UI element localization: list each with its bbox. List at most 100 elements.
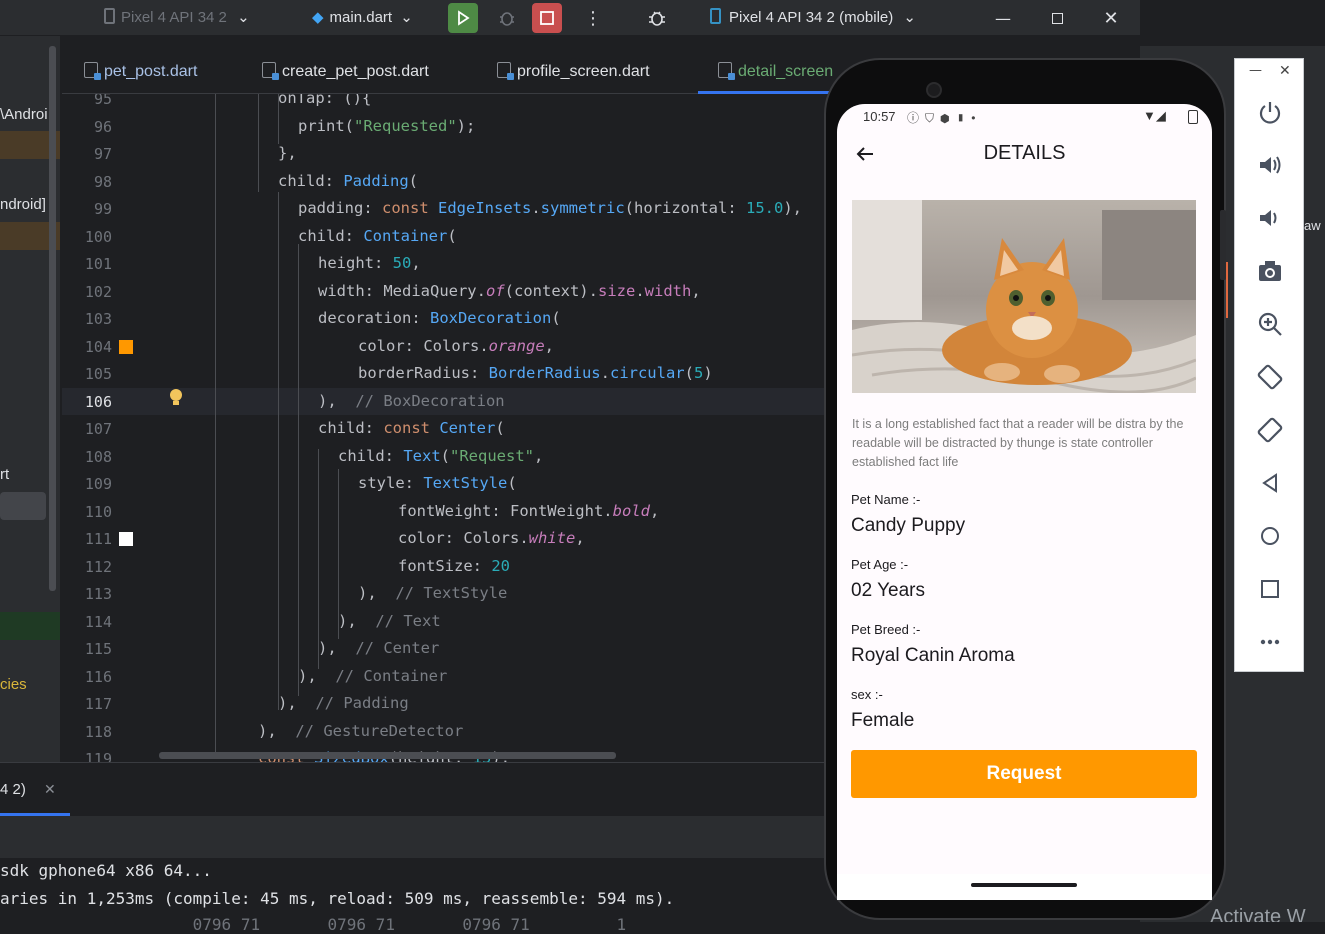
tab-detail-screen[interactable]: detail_screen [718, 60, 833, 84]
indent-guide [298, 244, 299, 696]
close-icon: ✕ [1103, 7, 1119, 29]
line-number: 105 [84, 365, 112, 383]
device-selector-label: Pixel 4 API 34 2 (mobile) [729, 9, 894, 26]
info-icon: ⓘ [907, 111, 926, 125]
emulator-controls-panel: — ✕ [1234, 58, 1304, 672]
line-number: 113 [84, 585, 112, 603]
rotate-left-icon [1257, 364, 1283, 390]
device-selector[interactable]: Pixel 4 API 34 2 (mobile) ⌄ [710, 6, 916, 30]
zoom-button[interactable] [1255, 309, 1285, 339]
device-selector-secondary[interactable]: Pixel 4 API 34 2 ⌄ [104, 6, 250, 30]
zoom-icon [1258, 312, 1282, 336]
screenshot-button[interactable] [1255, 256, 1285, 286]
power-button[interactable] [1255, 97, 1285, 127]
pet-age-value: 02 Years [851, 580, 925, 601]
rotate-right-button[interactable] [1255, 415, 1285, 445]
ide-toolbar: Pixel 4 API 34 2 ⌄ ◆ main.dart ⌄ ⋮ Pixel … [0, 0, 1140, 36]
horizontal-scrollbar[interactable] [159, 752, 616, 759]
line-number: 102 [84, 283, 112, 301]
home-nav-button[interactable] [1255, 521, 1285, 551]
page-title: DETAILS [983, 142, 1066, 164]
line-number: 98 [93, 173, 112, 191]
minimize-window-button[interactable]: — [988, 3, 1018, 33]
indent-guide [278, 192, 279, 710]
volume-down-button[interactable] [1255, 203, 1285, 233]
tab-pet-post[interactable]: pet_post.dart [84, 60, 197, 84]
chevron-down-icon: ⌄ [400, 9, 413, 26]
close-window-button[interactable]: ✕ [1096, 3, 1126, 33]
dot-icon: • [971, 111, 982, 125]
color-swatch-orange[interactable] [119, 340, 133, 354]
pet-name-value: Candy Puppy [851, 515, 966, 536]
stop-button[interactable] [532, 3, 562, 33]
close-panel-button[interactable]: ✕ [1279, 63, 1291, 79]
code-line: child: Container( [298, 227, 457, 245]
line-number: 119 [84, 750, 112, 762]
signal-icon: ◢ [1155, 108, 1166, 123]
lightbulb-icon[interactable] [169, 388, 183, 408]
more-options-button[interactable] [1255, 627, 1285, 657]
pet-sex-value: Female [851, 710, 915, 731]
project-path-fragment: \Androi [0, 106, 48, 123]
phone-screen: 10:57 ⓘ⛉⬢▮• ▼◢ DETAILS It is a long esta… [837, 104, 1212, 874]
minimize-panel-button[interactable]: — [1249, 63, 1262, 78]
pet-breed-label: Pet Breed :- [851, 622, 921, 637]
tab-profile-screen[interactable]: profile_screen.dart [497, 60, 650, 84]
color-swatch-white[interactable] [119, 532, 133, 546]
code-editor[interactable]: 95 96 97 98 99 100 101 102 103 104 105 1… [62, 94, 824, 762]
close-icon: ✕ [1279, 63, 1291, 79]
background-text-fragment: aw [1304, 218, 1321, 233]
scrollbar[interactable] [49, 46, 56, 591]
request-button[interactable]: Request [851, 750, 1197, 798]
overview-nav-button[interactable] [1255, 574, 1285, 604]
code-line: height: 50, [318, 254, 421, 272]
power-icon [1259, 102, 1281, 124]
run-config-selector[interactable]: ◆ main.dart ⌄ [312, 6, 413, 30]
run-button[interactable] [448, 3, 478, 33]
code-line: ), // GestureDetector [258, 722, 464, 740]
play-icon [458, 10, 470, 26]
selected-row[interactable] [0, 492, 46, 520]
line-number: 115 [84, 640, 112, 658]
chevron-down-icon: ⌄ [903, 9, 916, 26]
line-number: 116 [84, 668, 112, 686]
tab-label: profile_screen.dart [517, 63, 650, 80]
project-node-fragment: rt [0, 466, 10, 483]
status-system-icons: ▼◢ [1143, 108, 1166, 124]
volume-up-icon [1260, 156, 1281, 174]
minimize-icon: — [995, 8, 1011, 28]
home-indicator[interactable] [971, 883, 1077, 887]
back-icon [1262, 473, 1277, 493]
pet-image [852, 200, 1196, 393]
pet-sex-label: sex :- [851, 687, 883, 702]
console-line: sdk gphone64 x86 64... [0, 861, 212, 880]
line-number: 103 [84, 310, 112, 328]
chevron-down-icon: ⌄ [237, 9, 250, 26]
camera-icon [1259, 261, 1281, 281]
device-selector-label: Pixel 4 API 34 2 [121, 9, 227, 26]
close-tab-button[interactable]: ✕ [44, 779, 56, 801]
run-tab[interactable]: 4 2) [0, 779, 26, 801]
back-nav-button[interactable] [1255, 468, 1285, 498]
maximize-icon [1051, 12, 1063, 24]
status-notification-icons: ⓘ⛉⬢▮• [907, 109, 981, 126]
stop-icon [540, 11, 554, 25]
camera-icon [926, 82, 942, 98]
code-line: child: Text("Request", [338, 447, 544, 465]
line-number: 107 [84, 420, 112, 438]
pet-name-label: Pet Name :- [851, 492, 921, 507]
sd-card-icon: ▮ [955, 111, 972, 125]
line-number: 104 [84, 338, 112, 356]
console-toolbar [0, 816, 830, 858]
status-time: 10:57 [863, 109, 896, 124]
tab-create-pet-post[interactable]: create_pet_post.dart [262, 60, 429, 84]
rotate-left-button[interactable] [1255, 362, 1285, 392]
debug-button[interactable] [492, 3, 522, 33]
code-line: ), // Text [338, 612, 441, 630]
more-actions-button[interactable]: ⋮ [578, 3, 608, 33]
attach-debugger-button[interactable] [642, 3, 672, 33]
line-number: 112 [84, 558, 112, 576]
maximize-window-button[interactable] [1042, 3, 1072, 33]
pet-age-label: Pet Age :- [851, 557, 909, 572]
volume-up-button[interactable] [1255, 150, 1285, 180]
